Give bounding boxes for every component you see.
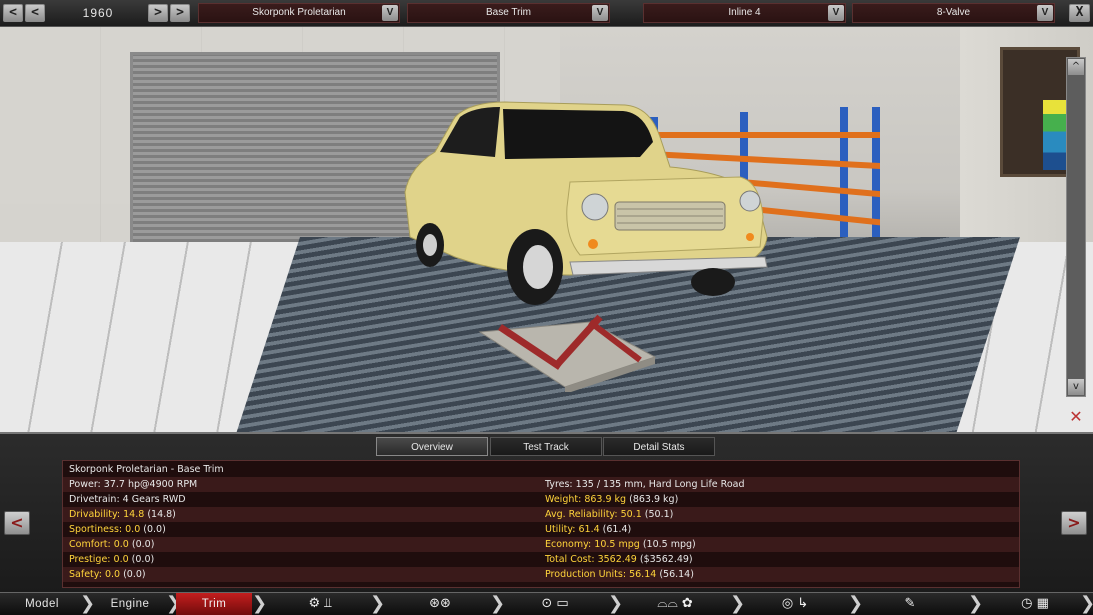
garage-viewport[interactable]: ^ v ✕: [0, 27, 1093, 432]
year-next-button[interactable]: >: [148, 4, 168, 22]
chevron-right-icon: ❯: [848, 593, 864, 614]
stat-tyres: Tyres: 135 / 135 mm, Hard Long Life Road: [545, 479, 745, 490]
gearbox-icon[interactable]: ⚙ ⫫: [290, 593, 350, 615]
stat-weight: Weight: 863.9 kg (863.9 kg): [545, 494, 679, 505]
stats-row: Comfort: 0.0 (0.0) Economy: 10.5 mpg (10…: [63, 537, 1019, 552]
chevron-down-icon[interactable]: V: [382, 5, 398, 21]
valve-dropdown[interactable]: 8-Valve V: [852, 3, 1055, 23]
top-bar: < < 1960 > > Skorponk Proletarian V Base…: [0, 0, 1093, 27]
next-page-button[interactable]: >: [1061, 511, 1087, 535]
chevron-down-icon[interactable]: V: [828, 5, 844, 21]
view-scrollbar[interactable]: ^ v: [1066, 57, 1086, 397]
chevron-right-icon: ❯: [370, 593, 386, 614]
stats-row: Safety: 0.0 (0.0) Production Units: 56.1…: [63, 567, 1019, 582]
chevron-down-icon[interactable]: V: [1037, 5, 1053, 21]
stat-reliability: Avg. Reliability: 50.1 (50.1): [545, 509, 674, 520]
stat-drivability: Drivability: 14.8 (14.8): [69, 509, 176, 520]
valve-dropdown-value: 8-Valve: [936, 7, 971, 18]
stat-total-cost: Total Cost: 3562.49 ($3562.49): [545, 554, 693, 565]
wheels-icon[interactable]: ⊛⊛: [410, 593, 470, 615]
stat-power: Power: 37.7 hp@4900 RPM: [69, 479, 198, 490]
chevron-right-icon: ❯: [80, 593, 96, 614]
test-icon[interactable]: ✎: [895, 593, 925, 615]
nav-engine[interactable]: Engine: [92, 593, 168, 615]
interior-icon[interactable]: ◎ ↳: [765, 593, 825, 615]
stats-table: Skorponk Proletarian - Base Trim Power: …: [62, 460, 1020, 588]
tab-test-track[interactable]: Test Track: [490, 437, 602, 456]
stat-utility: Utility: 61.4 (61.4): [545, 524, 632, 535]
tab-detail-stats[interactable]: Detail Stats: [603, 437, 715, 456]
stat-comfort: Comfort: 0.0 (0.0): [69, 539, 155, 550]
stats-row: Drivability: 14.8 (14.8) Avg. Reliabilit…: [63, 507, 1019, 522]
engine-dropdown[interactable]: Inline 4 V: [643, 3, 846, 23]
chevron-right-icon: ❯: [608, 593, 624, 614]
stats-panel: Overview Test Track Detail Stats < > Sko…: [0, 432, 1093, 592]
stat-safety: Safety: 0.0 (0.0): [69, 569, 146, 580]
scroll-up-button[interactable]: ^: [1068, 59, 1084, 75]
trim-dropdown-value: Base Trim: [485, 7, 531, 18]
chevron-right-icon: ❯: [166, 593, 182, 614]
chevron-right-icon: ❯: [252, 593, 268, 614]
stats-row: Power: 37.7 hp@4900 RPM Tyres: 135 / 135…: [63, 477, 1019, 492]
model-dropdown-value: Skorponk Proletarian: [252, 7, 346, 18]
car-model[interactable]: [395, 97, 775, 307]
year-prev-fast-button[interactable]: <: [25, 4, 45, 22]
stats-row: Drivetrain: 4 Gears RWD Weight: 863.9 kg…: [63, 492, 1019, 507]
prev-page-button[interactable]: <: [4, 511, 30, 535]
camera-reset-icon[interactable]: ✕: [1063, 407, 1089, 427]
stats-row: Prestige: 0.0 (0.0) Total Cost: 3562.49 …: [63, 552, 1019, 567]
body-aero-icon[interactable]: ⌓⌓ ✿: [630, 593, 720, 615]
chevron-right-icon: ❯: [730, 593, 746, 614]
finish-flag-icon[interactable]: ◷ ▦: [1005, 593, 1065, 615]
stat-drivetrain: Drivetrain: 4 Gears RWD: [69, 494, 186, 505]
year-display: 1960: [82, 6, 114, 20]
stats-row: Sportiness: 0.0 (0.0) Utility: 61.4 (61.…: [63, 522, 1019, 537]
tab-overview[interactable]: Overview: [376, 437, 488, 456]
engine-dropdown-value: Inline 4: [728, 7, 761, 18]
trim-dropdown[interactable]: Base Trim V: [407, 3, 610, 23]
chevron-right-icon: ❯: [1080, 593, 1093, 615]
nav-model[interactable]: Model: [0, 593, 84, 615]
model-dropdown[interactable]: Skorponk Proletarian V: [198, 3, 400, 23]
year-prev-button[interactable]: <: [3, 4, 23, 22]
nav-trim[interactable]: Trim: [176, 593, 252, 615]
chevron-down-icon[interactable]: V: [592, 5, 608, 21]
stat-economy: Economy: 10.5 mpg (10.5 mpg): [545, 539, 696, 550]
stats-title: Skorponk Proletarian - Base Trim: [69, 464, 224, 475]
chevron-right-icon: ❯: [490, 593, 506, 614]
close-button[interactable]: X: [1069, 4, 1090, 22]
year-next-fast-button[interactable]: >: [170, 4, 190, 22]
stat-production-units: Production Units: 56.14 (56.14): [545, 569, 694, 580]
chevron-right-icon: ❯: [968, 593, 984, 614]
car-lift: [478, 314, 657, 392]
stage-navigation: Model ❯ Engine ❯ Trim ❯ ⚙ ⫫ ❯ ⊛⊛ ❯ ⊙ ▭ ❯…: [0, 592, 1093, 615]
scroll-down-button[interactable]: v: [1068, 379, 1084, 395]
stat-prestige: Prestige: 0.0 (0.0): [69, 554, 155, 565]
suspension-icon[interactable]: ⊙ ▭: [525, 593, 585, 615]
stat-sportiness: Sportiness: 0.0 (0.0): [69, 524, 166, 535]
stats-row: Skorponk Proletarian - Base Trim: [63, 462, 1019, 477]
